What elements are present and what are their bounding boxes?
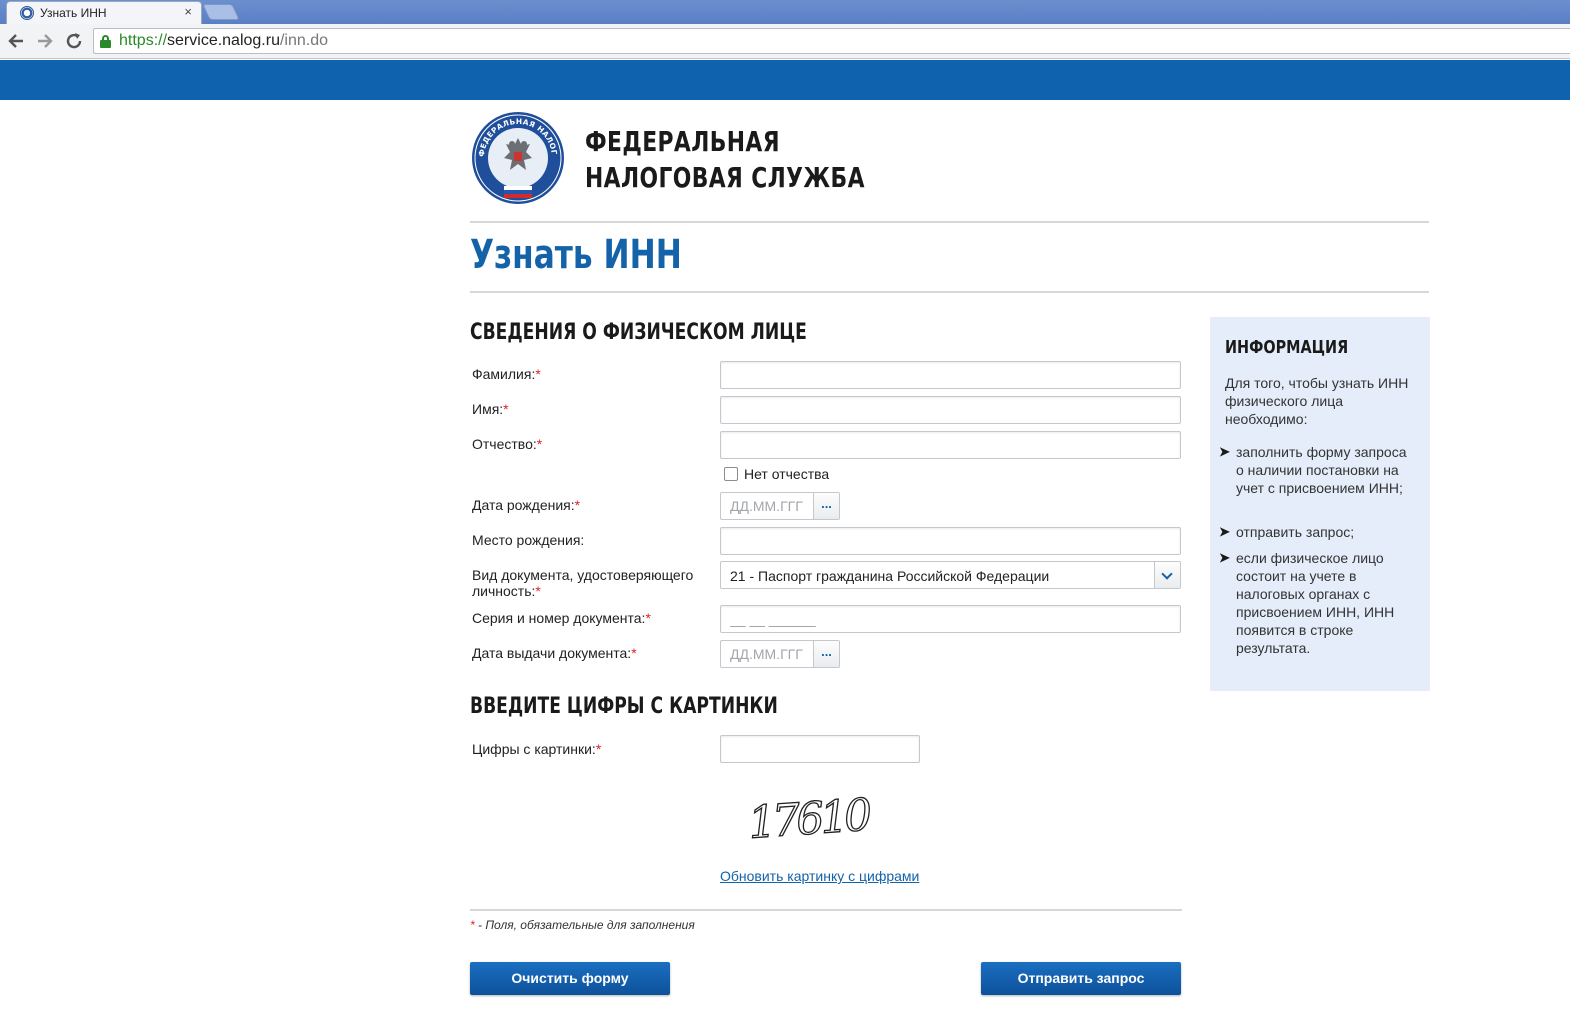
chevron-down-icon	[1161, 568, 1172, 579]
birthplace-field[interactable]	[720, 527, 1181, 555]
fns-logo[interactable]: ФЕДЕРАЛЬНАЯ НАЛОГОВАЯ СЛУЖБА	[470, 110, 566, 206]
divider	[470, 909, 1182, 911]
issue-date-calendar-button[interactable]: ...	[813, 641, 839, 667]
issue-date-label: Дата выдачи документа:*	[472, 645, 637, 661]
captcha-image: 17610	[740, 785, 910, 845]
favicon-icon	[20, 6, 34, 20]
surname-field[interactable]	[720, 361, 1181, 389]
docnum-field[interactable]	[720, 605, 1181, 633]
birthdate-calendar-button[interactable]: ...	[813, 493, 839, 519]
org-name: ФЕДЕРАЛЬНАЯ НАЛОГОВАЯ СЛУЖБА	[585, 124, 865, 196]
browser-toolbar: https://service.nalog.ru/inn.do	[0, 24, 1570, 59]
birthdate-input[interactable]	[721, 493, 814, 519]
refresh-captcha-link[interactable]: Обновить картинку с цифрами	[720, 868, 919, 884]
tab-title: Узнать ИНН	[40, 6, 107, 20]
docnum-label: Серия и номер документа:*	[472, 610, 651, 626]
issue-date-field[interactable]: ...	[720, 640, 840, 668]
info-intro: Для того, чтобы узнать ИНН физического л…	[1225, 374, 1420, 428]
required-footnote: * - Поля, обязательные для заполнения	[470, 918, 695, 932]
submit-request-button[interactable]: Отправить запрос	[981, 962, 1181, 995]
name-label: Имя:*	[472, 401, 509, 417]
bullet-arrow-icon: ➤	[1219, 549, 1230, 567]
bullet-arrow-icon: ➤	[1219, 443, 1230, 461]
info-item: ➤ отправить запрос;	[1236, 523, 1411, 541]
captcha-section-title: ВВЕДИТЕ ЦИФРЫ С КАРТИНКИ	[470, 694, 778, 719]
no-patronymic-label[interactable]: Нет отчества	[744, 466, 829, 482]
close-icon[interactable]: ×	[184, 5, 192, 19]
new-tab-button[interactable]	[202, 4, 239, 20]
lock-icon	[100, 35, 110, 47]
svg-text:17610: 17610	[747, 789, 873, 845]
issue-date-input[interactable]	[721, 641, 814, 667]
patronymic-field[interactable]	[720, 431, 1181, 459]
captcha-input[interactable]	[720, 735, 920, 763]
name-field[interactable]	[720, 396, 1181, 424]
browser-tab-strip: Узнать ИНН ×	[0, 0, 1570, 24]
doctype-label: Вид документа, удостоверяющего личность:…	[472, 567, 693, 599]
birthdate-field[interactable]: ...	[720, 492, 840, 520]
captcha-label: Цифры с картинки:*	[472, 741, 601, 757]
person-section-title: СВЕДЕНИЯ О ФИЗИЧЕСКОМ ЛИЦЕ	[470, 320, 807, 345]
divider	[470, 221, 1429, 223]
info-title: ИНФОРМАЦИЯ	[1225, 337, 1348, 358]
reload-icon[interactable]	[63, 30, 85, 52]
doctype-selected-value: 21 - Паспорт гражданина Российской Федер…	[730, 568, 1049, 584]
url-text: https://service.nalog.ru/inn.do	[119, 32, 328, 50]
info-panel: ИНФОРМАЦИЯ Для того, чтобы узнать ИНН фи…	[1210, 317, 1430, 691]
info-item: ➤ заполнить форму запроса о наличии пост…	[1236, 443, 1411, 497]
birthdate-label: Дата рождения:*	[472, 497, 580, 513]
no-patronymic-checkbox[interactable]	[724, 467, 738, 481]
doctype-dropdown-button[interactable]	[1154, 562, 1180, 588]
surname-label: Фамилия:*	[472, 366, 541, 382]
address-bar[interactable]: https://service.nalog.ru/inn.do	[93, 28, 1570, 54]
footnote-text: - Поля, обязательные для заполнения	[475, 918, 695, 932]
birthplace-label: Место рождения:	[472, 532, 584, 548]
browser-tab[interactable]: Узнать ИНН ×	[6, 1, 202, 24]
site-top-bar	[0, 60, 1570, 100]
divider	[470, 291, 1429, 293]
page-title: Узнать ИНН	[470, 232, 682, 278]
back-icon[interactable]	[5, 30, 27, 52]
docnum-input[interactable]	[721, 606, 1180, 632]
bullet-arrow-icon: ➤	[1219, 523, 1230, 541]
doctype-select[interactable]: 21 - Паспорт гражданина Российской Федер…	[720, 561, 1181, 589]
clear-form-button[interactable]: Очистить форму	[470, 962, 670, 995]
patronymic-label: Отчество:*	[472, 436, 542, 452]
info-item: ➤ если физическое лицо состоит на учете …	[1236, 549, 1411, 657]
forward-icon[interactable]	[34, 30, 56, 52]
